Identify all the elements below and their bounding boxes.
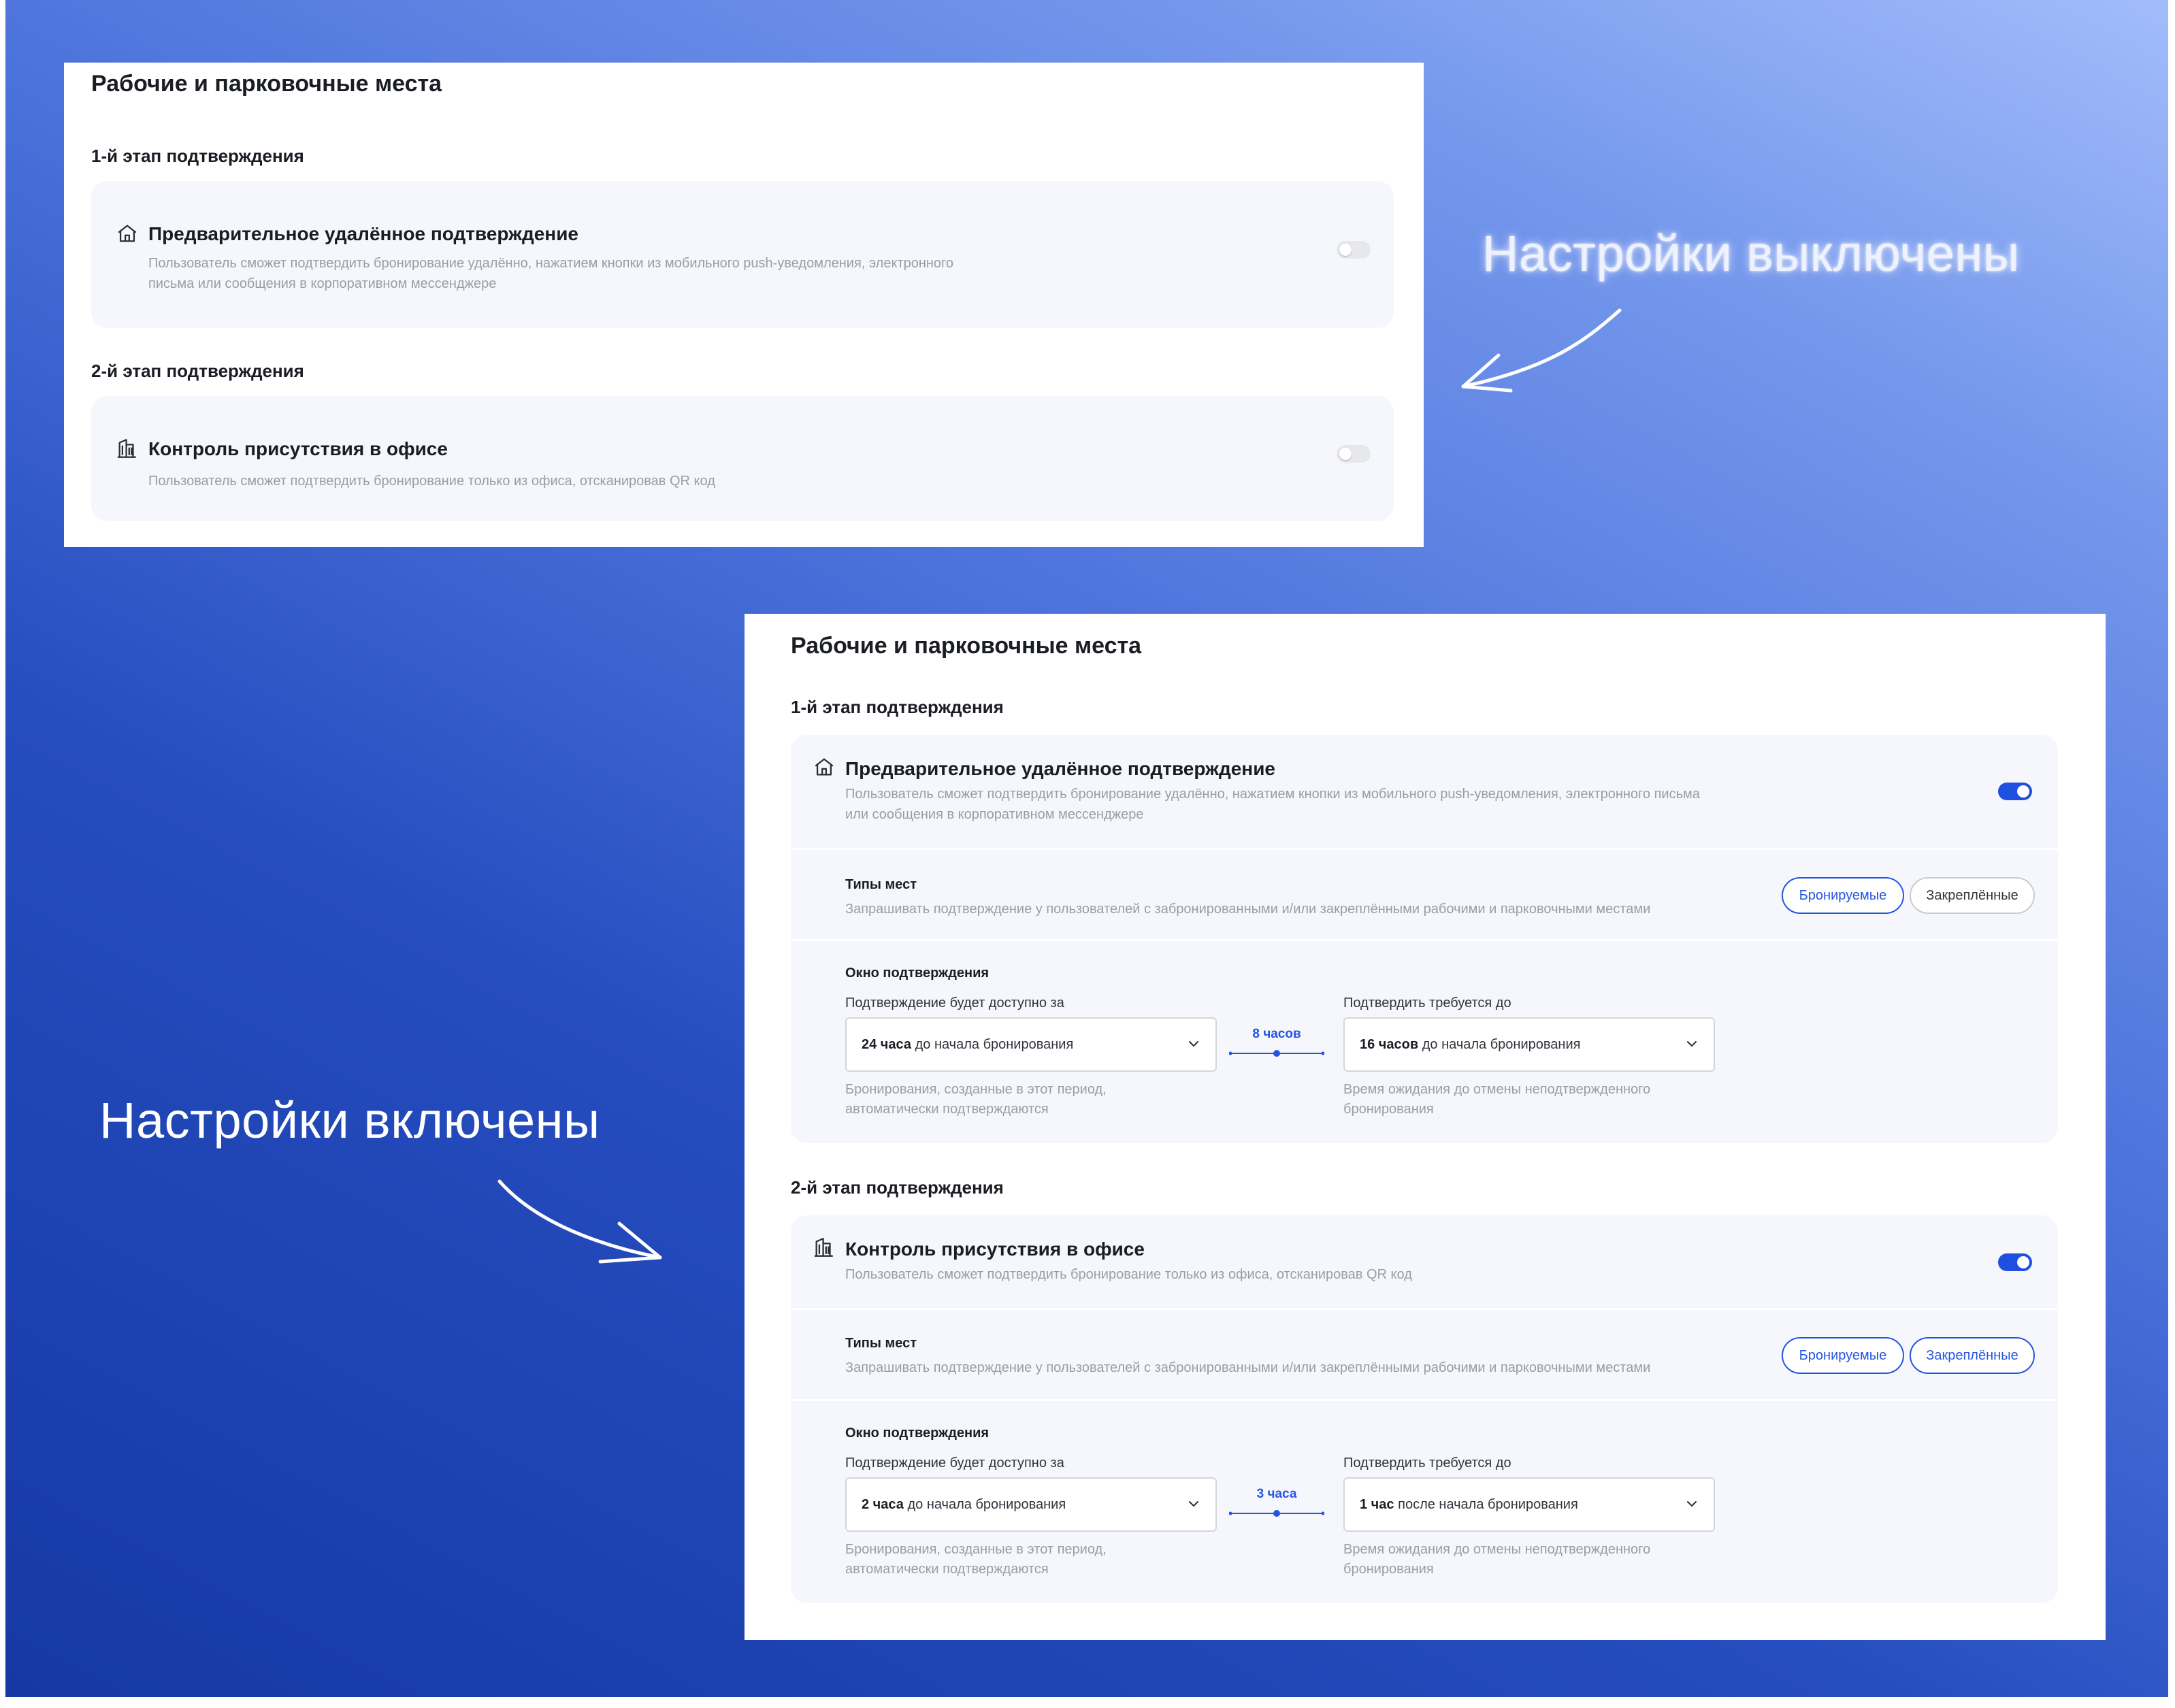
- settings-panel-disabled: Рабочие и парковочные места 1-й этап под…: [64, 63, 1424, 547]
- confirm-until-label: Подтвердить требуется до: [1343, 1456, 1511, 1471]
- chevron-down-icon: [1189, 1501, 1198, 1507]
- confirmation-window-section: Окно подтверждения Подтверждение будет д…: [791, 1399, 2058, 1603]
- remote-confirmation-toggle[interactable]: [1998, 783, 2032, 800]
- settings-panel-enabled: Рабочие и парковочные места 1-й этап под…: [745, 614, 2106, 1640]
- office-presence-description: Пользователь сможет подтвердить брониров…: [845, 1267, 1412, 1282]
- window-gap-label: 8 часов: [1252, 1027, 1301, 1041]
- stage-1-label: 1-й этап подтверждения: [791, 697, 1004, 717]
- available-from-select[interactable]: 2 часа до начала бронирования: [845, 1477, 1217, 1532]
- window-gap-range-icon: [1229, 1510, 1324, 1517]
- seat-types-label: Типы мест: [845, 877, 917, 892]
- confirmation-window-label: Окно подтверждения: [845, 966, 990, 981]
- annotation-settings-off: Настройки выключены: [1482, 225, 2020, 282]
- chip-fixed-seats[interactable]: Закреплённые: [1910, 1337, 2035, 1374]
- page-title: Рабочие и парковочные места: [91, 71, 442, 97]
- remote-confirmation-card: Предварительное удалённое подтверждение …: [791, 735, 2058, 1143]
- confirm-until-label: Подтвердить требуется до: [1343, 996, 1511, 1011]
- chip-fixed-seats[interactable]: Закреплённые: [1910, 877, 2035, 914]
- confirmation-window-section: Окно подтверждения Подтверждение будет д…: [791, 939, 2058, 1143]
- confirm-until-select[interactable]: 1 час после начала бронирования: [1343, 1477, 1715, 1532]
- confirmation-window-label: Окно подтверждения: [845, 1426, 990, 1441]
- page-title: Рабочие и парковочные места: [791, 633, 1142, 659]
- seat-types-description: Запрашивать подтверждение у пользователе…: [845, 1360, 1651, 1375]
- remote-confirmation-description: Пользователь сможет подтвердить брониров…: [148, 256, 954, 291]
- confirm-until-suffix: до начала бронирования: [1422, 1037, 1581, 1052]
- office-presence-title: Контроль присутствия в офисе: [845, 1238, 1145, 1260]
- office-presence-description: Пользователь сможет подтвердить брониров…: [148, 474, 715, 489]
- stage-2-label: 2-й этап подтверждения: [91, 361, 304, 381]
- remote-confirmation-toggle[interactable]: [1337, 241, 1371, 259]
- chevron-down-icon: [1189, 1041, 1198, 1047]
- home-icon: [815, 758, 834, 776]
- available-from-value: 24 часа: [862, 1037, 912, 1052]
- remote-confirmation-title: Предварительное удалённое подтверждение: [148, 223, 578, 244]
- confirm-until-select[interactable]: 16 часов до начала бронирования: [1343, 1017, 1715, 1072]
- remote-confirmation-title: Предварительное удалённое подтверждение: [845, 758, 1275, 779]
- stage-2-label: 2-й этап подтверждения: [791, 1177, 1004, 1198]
- confirm-until-hint: Время ожидания до отмены неподтвержденно…: [1343, 1542, 1651, 1577]
- chip-booked-seats[interactable]: Бронируемые: [1782, 877, 1904, 914]
- available-from-hint: Бронирования, созданные в этот период, а…: [845, 1082, 1107, 1117]
- confirm-until-hint: Время ожидания до отмены неподтвержденно…: [1343, 1082, 1651, 1117]
- available-from-value: 2 часа: [862, 1497, 904, 1512]
- chip-booked-seats[interactable]: Бронируемые: [1782, 1337, 1904, 1374]
- confirm-until-suffix: после начала бронирования: [1398, 1497, 1578, 1512]
- window-gap-range-icon: [1229, 1050, 1324, 1057]
- office-presence-card: Контроль присутствия в офисе Пользовател…: [91, 396, 1394, 521]
- available-from-select[interactable]: 24 часа до начала бронирования: [845, 1017, 1217, 1072]
- confirm-until-value: 1 час: [1360, 1497, 1394, 1512]
- seat-types-label: Типы мест: [845, 1336, 917, 1351]
- office-presence-toggle[interactable]: [1337, 445, 1371, 463]
- office-building-icon: [117, 439, 136, 458]
- available-from-suffix: до начала бронирования: [915, 1037, 1074, 1052]
- office-building-icon: [814, 1238, 833, 1257]
- remote-confirmation-card: Предварительное удалённое подтверждение …: [91, 181, 1394, 328]
- confirm-until-value: 16 часов: [1360, 1037, 1419, 1052]
- seat-types-description: Запрашивать подтверждение у пользователе…: [845, 902, 1651, 917]
- window-gap-label: 3 часа: [1256, 1487, 1297, 1501]
- available-from-hint: Бронирования, созданные в этот период, а…: [845, 1542, 1107, 1577]
- stage-1-label: 1-й этап подтверждения: [91, 146, 304, 166]
- annotation-settings-on: Настройки включены: [99, 1092, 600, 1149]
- chevron-down-icon: [1687, 1501, 1697, 1507]
- office-presence-toggle[interactable]: [1998, 1253, 2032, 1271]
- available-from-label: Подтверждение будет доступно за: [845, 996, 1064, 1011]
- chevron-down-icon: [1687, 1041, 1697, 1047]
- available-from-label: Подтверждение будет доступно за: [845, 1456, 1064, 1471]
- annotation-arrow-off-icon: [1461, 308, 1622, 393]
- home-icon: [118, 225, 137, 242]
- remote-confirmation-description: Пользователь сможет подтвердить брониров…: [845, 787, 1700, 822]
- seat-types-section: Типы мест Запрашивать подтверждение у по…: [791, 1308, 2058, 1399]
- office-presence-title: Контроль присутствия в офисе: [148, 438, 448, 459]
- seat-types-section: Типы мест Запрашивать подтверждение у по…: [791, 848, 2058, 939]
- available-from-suffix: до начала бронирования: [907, 1497, 1066, 1512]
- annotation-arrow-on-icon: [497, 1179, 662, 1264]
- office-presence-card: Контроль присутствия в офисе Пользовател…: [791, 1215, 2058, 1603]
